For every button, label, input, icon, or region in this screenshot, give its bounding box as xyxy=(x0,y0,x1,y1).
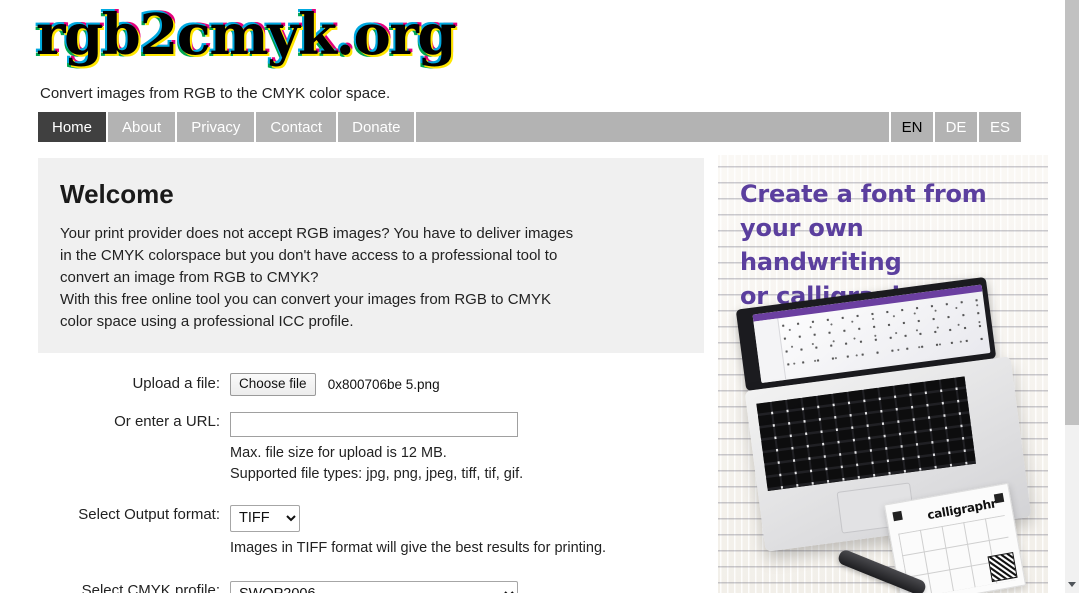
conversion-form: Upload a file: Choose file 0x800706be 5.… xyxy=(38,372,704,593)
nav-item-donate[interactable]: Donate xyxy=(338,112,417,142)
upload-hints: Max. file size for upload is 12 MB. Supp… xyxy=(230,443,704,485)
main-navigation: Home About Privacy Contact Donate EN DE … xyxy=(38,112,1021,142)
main-content: Welcome Your print provider does not acc… xyxy=(38,158,704,593)
page-title: Welcome xyxy=(60,179,174,209)
ad-headline-line-2: your own handwriting xyxy=(740,214,902,276)
url-label: Or enter a URL: xyxy=(114,412,220,430)
site-logo[interactable]: rgb2cmyk.org xyxy=(36,7,456,63)
choose-file-button[interactable]: Choose file xyxy=(230,372,316,396)
selected-file-name: 0x800706be 5.png xyxy=(327,376,440,392)
ad-headline-line-1: Create a font from xyxy=(740,180,987,208)
max-size-hint: Max. file size for upload is 12 MB. xyxy=(230,444,447,461)
output-format-row: Select Output format: TIFF Images in TIF… xyxy=(38,504,704,559)
vertical-scrollbar[interactable] xyxy=(1064,0,1079,593)
supported-types-hint: Supported file types: jpg, png, jpeg, ti… xyxy=(230,465,524,482)
page-viewport: rgb2cmyk.org Convert images from RGB to … xyxy=(0,0,1064,593)
output-format-field: TIFF Images in TIFF format will give the… xyxy=(230,504,704,559)
card-marker-top-left-icon xyxy=(892,510,903,522)
scrollbar-thumb[interactable] xyxy=(1065,0,1079,425)
nav-item-about[interactable]: About xyxy=(108,112,178,142)
upload-file-row: Upload a file: Choose file 0x800706be 5.… xyxy=(38,372,704,396)
cmyk-profile-row: Select CMYK profile: SWOP2006 xyxy=(38,580,704,593)
output-format-label: Select Output format: xyxy=(78,505,220,523)
welcome-paragraph: Your print provider does not accept RGB … xyxy=(60,223,682,333)
nav-item-privacy[interactable]: Privacy xyxy=(177,112,257,142)
welcome-line-3: convert an image from RGB to CMYK? xyxy=(60,268,319,286)
welcome-panel: Welcome Your print provider does not acc… xyxy=(38,158,704,353)
cmyk-profile-label: Select CMYK profile: xyxy=(81,581,220,593)
nav-item-contact[interactable]: Contact xyxy=(256,112,339,142)
laptop-illustration: calligraphr xyxy=(724,276,1048,593)
qr-code-icon xyxy=(987,552,1018,583)
browser-page: rgb2cmyk.org Convert images from RGB to … xyxy=(0,0,1079,593)
lang-option-es[interactable]: ES xyxy=(977,112,1021,142)
lang-option-de[interactable]: DE xyxy=(933,112,977,142)
lang-option-en[interactable]: EN xyxy=(889,112,933,142)
url-row: Or enter a URL: Max. file size for uploa… xyxy=(38,411,704,485)
welcome-line-5: color space using a professional ICC pro… xyxy=(60,312,354,330)
output-format-select[interactable]: TIFF xyxy=(230,504,300,532)
welcome-line-2: in the CMYK colorspace but you don't hav… xyxy=(60,246,558,264)
scroll-down-arrow-icon[interactable] xyxy=(1065,577,1079,591)
upload-file-field: Choose file 0x800706be 5.png xyxy=(230,372,704,396)
url-field: Max. file size for upload is 12 MB. Supp… xyxy=(230,411,704,485)
nav-item-home[interactable]: Home xyxy=(38,112,109,142)
nav-spacer xyxy=(416,112,889,142)
language-switcher: EN DE ES xyxy=(889,112,1021,142)
cmyk-profile-field: SWOP2006 xyxy=(230,580,704,593)
output-format-hint: Images in TIFF format will give the best… xyxy=(230,539,607,556)
advertisement-banner[interactable]: Create a font from your own handwriting … xyxy=(718,155,1048,593)
cmyk-profile-select[interactable]: SWOP2006 xyxy=(230,580,518,593)
upload-file-label: Upload a file: xyxy=(132,375,220,393)
site-tagline: Convert images from RGB to the CMYK colo… xyxy=(40,85,391,102)
welcome-line-1: Your print provider does not accept RGB … xyxy=(60,224,574,242)
laptop-keyboard xyxy=(756,376,977,492)
welcome-line-4: With this free online tool you can conve… xyxy=(60,290,552,308)
url-input[interactable] xyxy=(230,411,518,437)
